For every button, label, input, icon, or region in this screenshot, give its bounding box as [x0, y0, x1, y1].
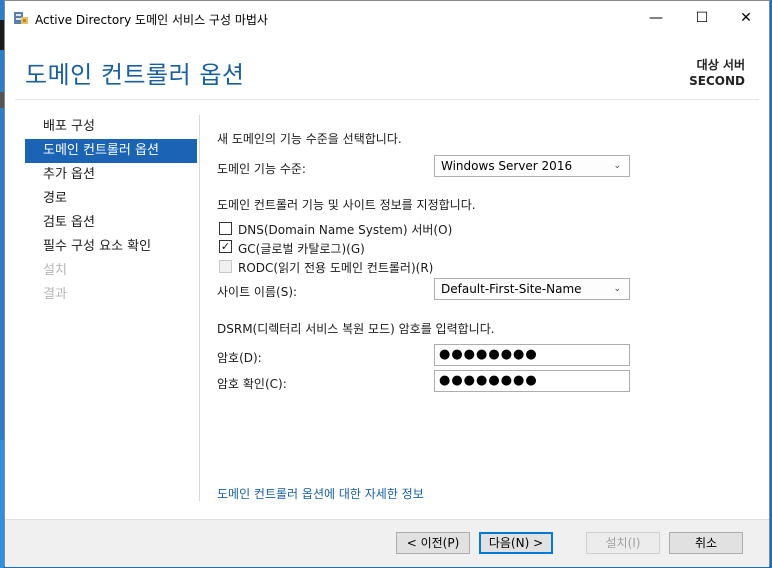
previous-button[interactable]: < 이전(P) [396, 532, 470, 554]
rodc-checkbox [219, 260, 232, 273]
domain-level-select[interactable]: Windows Server 2016 ⌄ [434, 155, 630, 177]
nav-item-results: 결과 [43, 287, 67, 302]
install-button: 설치(I) [586, 532, 660, 554]
nav-item-installation: 설치 [43, 263, 67, 278]
window-title: Active Directory 도메인 서비스 구성 마법사 [35, 13, 268, 27]
target-server: 대상 서버 SECOND [689, 57, 745, 89]
cancel-button[interactable]: 취소 [669, 532, 743, 554]
target-server-name: SECOND [689, 74, 745, 88]
nav-item-paths[interactable]: 경로 [25, 187, 197, 211]
site-name-label: 사이트 이름(S): [217, 285, 298, 299]
checkmark-icon: ✓ [220, 240, 231, 253]
nav-item-prerequisites[interactable]: 필수 구성 요소 확인 [25, 235, 197, 259]
section-dc-capabilities: 도메인 컨트롤러 기능 및 사이트 정보를 지정합니다. [217, 198, 476, 212]
server-manager-icon [14, 12, 28, 24]
site-name-value: Default-First-Site-Name [441, 282, 582, 296]
footer-bar: < 이전(P) 다음(N) > 설치(I) 취소 [5, 519, 769, 567]
dns-checkbox[interactable] [219, 222, 232, 235]
close-button[interactable]: ✕ [723, 1, 769, 35]
password-label: 암호(D): [217, 351, 262, 365]
header-divider [15, 99, 759, 100]
chevron-down-icon: ⌄ [613, 284, 621, 294]
more-info-link[interactable]: 도메인 컨트롤러 옵션에 대한 자세한 정보 [217, 485, 424, 502]
wizard-nav: 배포 구성 도메인 컨트롤러 옵션 추가 옵션 경로 검토 옵션 필수 구성 요… [25, 115, 197, 307]
site-name-select[interactable]: Default-First-Site-Name ⌄ [434, 278, 630, 300]
domain-level-value: Windows Server 2016 [441, 159, 573, 173]
wizard-window: Active Directory 도메인 서비스 구성 마법사 — ☐ ✕ 도메… [4, 0, 770, 567]
nav-item-dc-options[interactable]: 도메인 컨트롤러 옵션 [25, 139, 197, 163]
confirm-password-label: 암호 확인(C): [217, 377, 287, 391]
password-input[interactable]: ●●●●●●●● [434, 344, 630, 366]
minimize-button[interactable]: — [633, 1, 679, 35]
nav-divider [199, 115, 200, 501]
dns-label[interactable]: DNS(Domain Name System) 서버(O) [238, 221, 452, 238]
title-bar[interactable]: Active Directory 도메인 서비스 구성 마법사 — ☐ ✕ [5, 1, 769, 35]
maximize-button[interactable]: ☐ [679, 1, 725, 35]
nav-item-deployment-config[interactable]: 배포 구성 [25, 115, 197, 139]
nav-item-additional-options[interactable]: 추가 옵션 [25, 163, 197, 187]
gc-checkbox[interactable]: ✓ [219, 240, 232, 253]
chevron-down-icon: ⌄ [613, 161, 621, 171]
rodc-label: RODC(읽기 전용 도메인 컨트롤러)(R) [238, 261, 434, 275]
nav-item-review-options[interactable]: 검토 옵션 [25, 211, 197, 235]
page-title: 도메인 컨트롤러 옵션 [25, 61, 245, 89]
section-dsrm: DSRM(디렉터리 서비스 복원 모드) 암호를 입력합니다. [217, 322, 495, 336]
section-functional-level: 새 도메인의 기능 수준을 선택합니다. [217, 132, 402, 146]
confirm-password-input[interactable]: ●●●●●●●● [434, 370, 630, 392]
target-server-label: 대상 서버 [696, 58, 745, 72]
domain-level-label: 도메인 기능 수준: [217, 162, 306, 176]
gc-label[interactable]: GC(글로벌 카탈로그)(G) [238, 240, 365, 257]
next-button[interactable]: 다음(N) > [479, 532, 553, 554]
